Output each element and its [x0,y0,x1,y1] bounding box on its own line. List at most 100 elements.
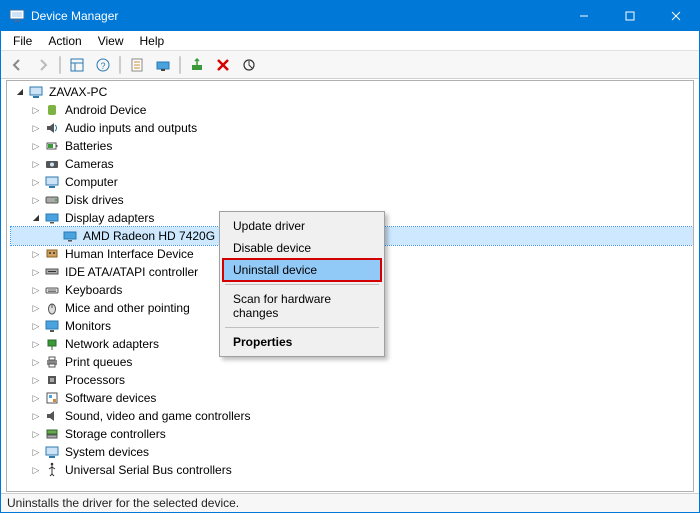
tree-item-processors[interactable]: Processors [11,371,693,389]
menu-view[interactable]: View [90,32,132,50]
printer-icon [43,354,61,370]
chevron-down-icon[interactable] [29,211,43,225]
tree-item-software[interactable]: Software devices [11,389,693,407]
display-adapter-icon [61,228,79,244]
menu-action[interactable]: Action [40,32,89,50]
tree-item-sound[interactable]: Sound, video and game controllers [11,407,693,425]
tree-item-label: Universal Serial Bus controllers [65,461,232,479]
context-menu: Update driver Disable device Uninstall d… [219,211,385,357]
chevron-right-icon[interactable] [29,265,43,279]
tree-item-label: AMD Radeon HD 7420G [83,227,215,245]
tree-item-label: Cameras [65,155,114,173]
computer-icon [43,174,61,190]
tree-item-label: Keyboards [65,281,122,299]
tree-item-label: Display adapters [65,209,154,227]
chevron-down-icon[interactable] [13,85,27,99]
minimize-button[interactable] [561,1,607,31]
chevron-right-icon[interactable] [29,427,43,441]
tree-item-storage[interactable]: Storage controllers [11,425,693,443]
chevron-right-icon[interactable] [29,121,43,135]
tree-item-label: Software devices [65,389,156,407]
cm-scan-hardware[interactable]: Scan for hardware changes [223,288,381,324]
tree-item-label: Disk drives [65,191,124,209]
tree-item-label: Mice and other pointing [65,299,190,317]
tree-root[interactable]: ZAVAX-PC [11,83,693,101]
show-hide-tree-button[interactable] [65,54,89,76]
usb-icon [43,462,61,478]
tree-item-computer[interactable]: Computer [11,173,693,191]
tree-item-android[interactable]: Android Device [11,101,693,119]
chevron-right-icon[interactable] [29,247,43,261]
tree-item-audio[interactable]: Audio inputs and outputs [11,119,693,137]
forward-button[interactable] [31,54,55,76]
chevron-right-icon[interactable] [29,103,43,117]
chevron-right-icon[interactable] [29,463,43,477]
update-driver-button[interactable] [151,54,175,76]
properties-button[interactable] [125,54,149,76]
tree-item-label: Audio inputs and outputs [65,119,197,137]
chevron-right-icon[interactable] [29,157,43,171]
chevron-right-icon[interactable] [29,445,43,459]
monitor-icon [43,318,61,334]
back-button[interactable] [5,54,29,76]
chevron-right-icon[interactable] [29,391,43,405]
software-icon [43,390,61,406]
menu-file[interactable]: File [5,32,40,50]
chevron-right-icon[interactable] [29,139,43,153]
system-icon [43,444,61,460]
chevron-right-icon[interactable] [29,193,43,207]
chevron-right-icon[interactable] [29,373,43,387]
storage-icon [43,426,61,442]
android-icon [43,102,61,118]
audio-icon [43,120,61,136]
tree-item-usb[interactable]: Universal Serial Bus controllers [11,461,693,479]
tree-item-disk-drives[interactable]: Disk drives [11,191,693,209]
chevron-right-icon[interactable] [29,283,43,297]
cm-update-driver[interactable]: Update driver [223,215,381,237]
menubar: File Action View Help [1,31,699,51]
chevron-right-icon[interactable] [29,319,43,333]
device-manager-icon [9,8,25,24]
help-topics-button[interactable]: ? [91,54,115,76]
tree-item-label: Monitors [65,317,111,335]
chevron-right-icon[interactable] [29,409,43,423]
tree-item-label: IDE ATA/ATAPI controller [65,263,198,281]
chevron-right-icon[interactable] [29,301,43,315]
tree-item-batteries[interactable]: Batteries [11,137,693,155]
tree-item-label: Processors [65,371,125,389]
enable-device-button[interactable] [185,54,209,76]
tree-item-label: Print queues [65,353,132,371]
toolbar-separator [179,56,181,74]
mouse-icon [43,300,61,316]
maximize-button[interactable] [607,1,653,31]
uninstall-device-button[interactable] [211,54,235,76]
tree-item-label: Storage controllers [65,425,166,443]
cm-uninstall-device[interactable]: Uninstall device [223,259,381,281]
close-button[interactable] [653,1,699,31]
keyboard-icon [43,282,61,298]
chevron-right-icon[interactable] [29,175,43,189]
svg-text:?: ? [100,61,105,71]
sound-icon [43,408,61,424]
tree-root-label: ZAVAX-PC [49,83,107,101]
display-adapter-icon [43,210,61,226]
cm-properties[interactable]: Properties [223,331,381,353]
titlebar: Device Manager [1,1,699,31]
chevron-right-icon[interactable] [29,355,43,369]
scan-hardware-button[interactable] [237,54,261,76]
context-menu-separator [225,284,379,285]
menu-help[interactable]: Help [132,32,173,50]
ide-icon [43,264,61,280]
processor-icon [43,372,61,388]
toolbar: ? [1,51,699,79]
hid-icon [43,246,61,262]
toolbar-separator [119,56,121,74]
tree-item-label: System devices [65,443,149,461]
tree-item-cameras[interactable]: Cameras [11,155,693,173]
tree-item-system[interactable]: System devices [11,443,693,461]
cm-disable-device[interactable]: Disable device [223,237,381,259]
spacer [47,229,61,243]
statusbar: Uninstalls the driver for the selected d… [1,493,699,512]
tree-item-label: Android Device [65,101,146,119]
chevron-right-icon[interactable] [29,337,43,351]
